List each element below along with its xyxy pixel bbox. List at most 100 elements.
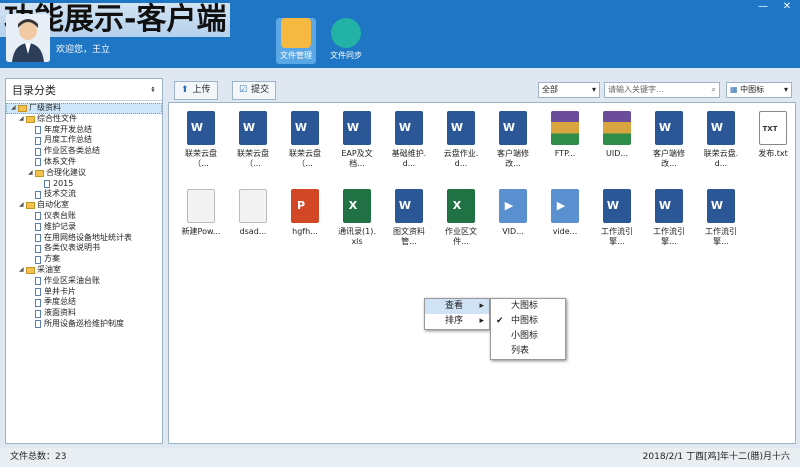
file-item[interactable]: W 基础维护.d... xyxy=(383,109,435,187)
minimize-icon[interactable]: — xyxy=(754,1,772,12)
file-name: 联荣云盘.d... xyxy=(703,149,739,168)
file-item[interactable]: TXT 发布.txt xyxy=(747,109,799,187)
file-item[interactable]: X 作业区文件... xyxy=(435,187,487,265)
file-item[interactable]: W 联荣云盘（... xyxy=(175,109,227,187)
file-item[interactable]: W 工作流引擎... xyxy=(643,187,695,265)
tree-node[interactable]: 作业区各类总结 xyxy=(6,146,162,157)
sync-icon xyxy=(331,18,361,48)
submit-button[interactable]: ☑ 提交 xyxy=(232,81,277,100)
tree-node[interactable]: 仪表台账 xyxy=(6,211,162,222)
tree-node[interactable]: ◢ 综合性文件 xyxy=(6,114,162,125)
txt-file-icon: TXT xyxy=(759,111,787,145)
tree-node[interactable]: ◢ 合理化建议 xyxy=(6,168,162,179)
close-icon[interactable]: ✕ xyxy=(778,1,796,12)
tree-node[interactable]: 体系文件 xyxy=(6,157,162,168)
menu-item-sort-label: 排序 xyxy=(445,316,464,326)
file-item[interactable]: W 客户端修改... xyxy=(643,109,695,187)
file-name: UID... xyxy=(605,149,628,158)
chevron-right-icon: ▸ xyxy=(479,301,484,311)
tree-node[interactable]: 年度开发总结 xyxy=(6,125,162,136)
file-item[interactable]: W 工作流引擎... xyxy=(591,187,643,265)
tree-node[interactable]: 所用设备巡检维护制度 xyxy=(6,319,162,330)
submenu-item[interactable]: 列表 xyxy=(491,344,565,359)
file-item[interactable]: X 通讯录(1).xls xyxy=(331,187,383,265)
file-item[interactable]: W 联荣云盘（... xyxy=(279,109,331,187)
file-item[interactable]: FTP... xyxy=(539,109,591,187)
file-item[interactable]: W 客户端修改... xyxy=(487,109,539,187)
tree-node[interactable]: 作业区采油台账 xyxy=(6,276,162,287)
view-select[interactable]: ▦ 中图标 ▾ xyxy=(726,82,792,98)
file-item[interactable]: 新建Pow... xyxy=(175,187,227,265)
submit-label: 提交 xyxy=(251,85,270,95)
document-icon xyxy=(35,320,41,329)
search-input[interactable]: 请输入关键字... ⌕ xyxy=(604,82,720,98)
tree-node[interactable]: 月度工作总结 xyxy=(6,135,162,146)
collapse-icon[interactable]: ◢ xyxy=(28,168,35,179)
file-item[interactable]: W 联荣云盘（... xyxy=(227,109,279,187)
file-management-button[interactable]: 文件管理 xyxy=(276,18,316,64)
collapse-icon[interactable]: ◢ xyxy=(11,103,18,114)
file-item[interactable]: W EAP及文档... xyxy=(331,109,383,187)
file-item[interactable]: W 图文资料管... xyxy=(383,187,435,265)
word-file-icon: W xyxy=(187,111,215,145)
file-item[interactable]: ▶ vide... xyxy=(539,187,591,265)
tree-node-label: 维护记录 xyxy=(44,221,76,231)
tree-node[interactable]: 方案 xyxy=(6,254,162,265)
tree-node[interactable]: 在用网络设备地址统计表 xyxy=(6,233,162,244)
tree-node[interactable]: 季度总结 xyxy=(6,297,162,308)
file-name: 工作流引擎... xyxy=(601,227,633,246)
file-sync-button[interactable]: 文件同步 xyxy=(326,18,366,64)
tree-node[interactable]: 液面资料 xyxy=(6,308,162,319)
file-type-glyph: W xyxy=(294,121,308,134)
file-type-glyph: W xyxy=(190,121,204,134)
file-type-glyph: W xyxy=(398,199,412,212)
tree-node[interactable]: ◢ 厂级资料 xyxy=(6,103,162,114)
upload-button[interactable]: ⬆ 上传 xyxy=(174,81,218,100)
file-item[interactable]: W 联荣云盘.d... xyxy=(695,109,747,187)
file-type-glyph: W xyxy=(502,121,516,134)
tree-node[interactable]: ◢ 自动化室 xyxy=(6,200,162,211)
document-icon xyxy=(35,190,41,199)
file-name: 新建Pow... xyxy=(181,227,221,236)
file-type-glyph: TXT xyxy=(762,125,778,133)
tree-node[interactable]: 2015 xyxy=(6,179,162,190)
tree-node[interactable]: 维护记录 xyxy=(6,222,162,233)
file-item[interactable]: Phgfh... xyxy=(279,187,331,265)
search-icon[interactable]: ⌕ xyxy=(712,83,716,97)
collapse-icon[interactable]: ◢ xyxy=(19,200,26,211)
file-sync-label: 文件同步 xyxy=(330,51,362,60)
tree-node[interactable]: 各类仪表说明书 xyxy=(6,243,162,254)
rar-file-icon xyxy=(551,111,579,145)
file-name: hgfh... xyxy=(292,227,318,236)
rar-file-icon xyxy=(603,111,631,145)
filter-select[interactable]: 全部 ▾ xyxy=(538,82,600,98)
word-file-icon: W xyxy=(655,111,683,145)
mov-file-icon: ▶ xyxy=(499,189,527,223)
folder-icon xyxy=(26,266,35,274)
file-item[interactable]: W 云盘作业.d... xyxy=(435,109,487,187)
word-file-icon: W xyxy=(707,111,735,145)
menu-item-view[interactable]: 查看 ▸ xyxy=(425,299,489,314)
file-type-glyph xyxy=(242,199,258,215)
collapse-icon[interactable]: ◢ xyxy=(19,114,26,125)
file-item[interactable]: ▶ VID... xyxy=(487,187,539,265)
file-item[interactable]: dsad... xyxy=(227,187,279,265)
tree-node[interactable]: 单井卡片 xyxy=(6,287,162,298)
pin-icon[interactable]: ⇞ xyxy=(150,86,156,94)
menu-item-sort[interactable]: 排序 ▸ xyxy=(425,314,489,329)
tree-node-label: 年度开发总结 xyxy=(44,124,92,134)
file-name: 客户端修改... xyxy=(653,149,685,168)
tree-node-label: 方案 xyxy=(44,254,60,264)
submenu-item[interactable]: 大图标 xyxy=(491,299,565,314)
document-icon xyxy=(35,158,41,167)
submenu-item[interactable]: ✔ 中图标 xyxy=(491,314,565,329)
file-name: EAP及文档... xyxy=(341,149,373,168)
tree-node[interactable]: ◢ 采油室 xyxy=(6,265,162,276)
tree-node[interactable]: 技术交流 xyxy=(6,189,162,200)
file-management-label: 文件管理 xyxy=(280,51,312,60)
file-item[interactable]: W 工作流引擎... xyxy=(695,187,747,265)
collapse-icon[interactable]: ◢ xyxy=(19,265,26,276)
file-item[interactable]: UID... xyxy=(591,109,643,187)
submenu-item[interactable]: 小图标 xyxy=(491,329,565,344)
file-name: 客户端修改... xyxy=(497,149,529,168)
